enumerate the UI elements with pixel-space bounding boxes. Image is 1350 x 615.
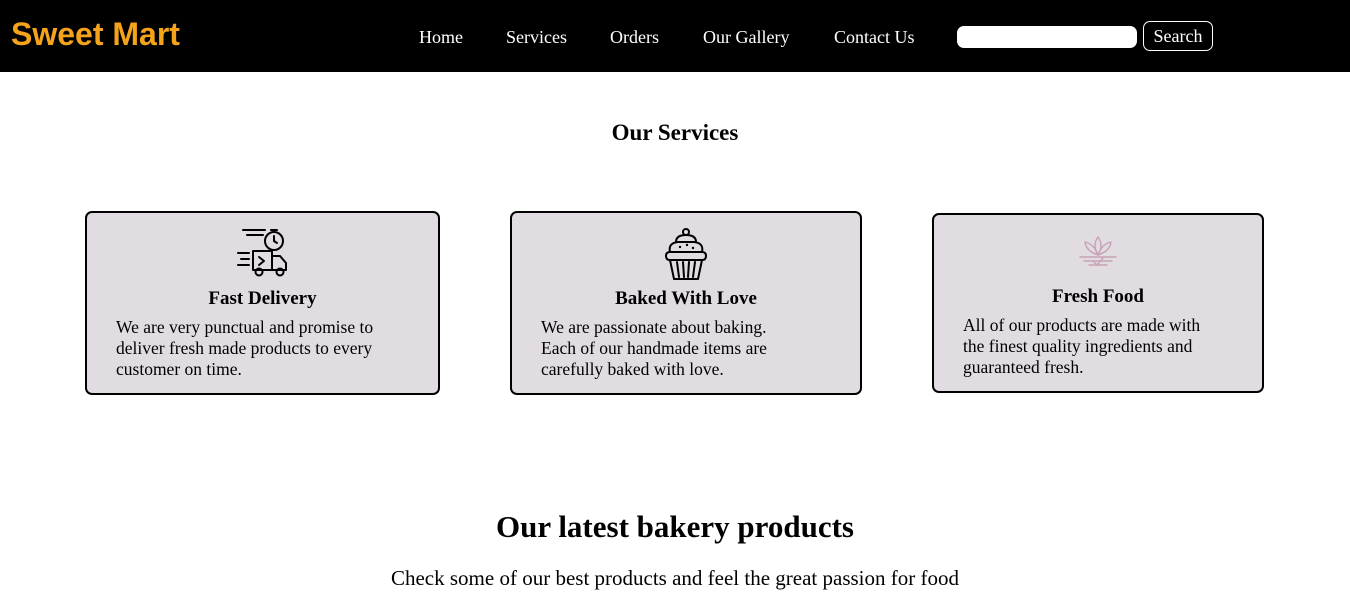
card-description: We are passionate about baking. Each of … — [541, 317, 767, 379]
service-card-fast-delivery: Fast Delivery We are very punctual and p… — [85, 211, 440, 395]
nav-link-contact-us[interactable]: Contact Us — [834, 25, 915, 49]
nav-link-orders[interactable]: Orders — [610, 25, 659, 49]
top-navbar: Sweet Mart Home Services Orders Our Gall… — [0, 0, 1350, 72]
nav-link-services[interactable]: Services — [506, 25, 567, 49]
service-card-baked-with-love: Baked With Love We are passionate about … — [510, 211, 862, 395]
delivery-truck-icon — [236, 229, 287, 277]
latest-products-subtitle: Check some of our best products and feel… — [390, 566, 959, 590]
card-title: Fast Delivery — [208, 288, 317, 309]
cupcake-icon — [665, 228, 707, 280]
nav-link-our-gallery[interactable]: Our Gallery — [703, 25, 789, 49]
latest-products-title: Our latest bakery products — [496, 509, 854, 544]
lotus-leaf-icon — [1079, 236, 1117, 266]
card-description: All of our products are made with the fi… — [963, 315, 1201, 377]
card-title: Fresh Food — [1051, 286, 1144, 307]
services-section-title: Our Services — [611, 120, 739, 145]
nav-link-home[interactable]: Home — [419, 25, 463, 49]
card-description: We are very punctual and promise to deli… — [116, 317, 374, 379]
search-button[interactable]: Search — [1143, 21, 1213, 51]
card-title: Baked With Love — [615, 288, 757, 309]
search-input[interactable] — [957, 26, 1137, 48]
service-card-fresh-food: Fresh Food All of our products are made … — [932, 213, 1264, 393]
brand-logo[interactable]: Sweet Mart — [11, 14, 180, 54]
